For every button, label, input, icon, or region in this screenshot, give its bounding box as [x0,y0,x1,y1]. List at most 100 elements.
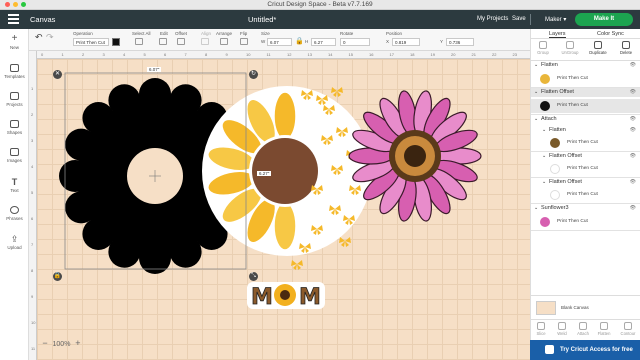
eye-icon[interactable]: 👁 [630,89,636,95]
x-position-input[interactable]: 0.819 [392,38,420,46]
chevron-down-icon[interactable]: ⌄ [534,205,538,211]
eye-icon[interactable]: 👁 [630,205,636,211]
nav-templates-label: Templates [4,74,25,79]
ruler-tick-label: 3 [31,138,34,143]
ruler-tick-label: 8 [31,268,34,273]
flatten-button[interactable]: Flatten [593,322,615,336]
duplicate-button[interactable]: Duplicate [587,41,609,55]
chevron-down-icon[interactable]: ⌄ [542,179,546,185]
lock-icon[interactable]: 🔒 [295,37,304,45]
document-title[interactable]: Untitled* [248,15,276,24]
contour-label: Contour [620,331,636,336]
blank-canvas-row[interactable]: Blank Canvas [531,295,640,319]
edit-icon[interactable] [159,38,167,45]
hamburger-menu-icon[interactable] [8,14,19,24]
window-title: Cricut Design Space - Beta v7.7.169 [267,1,373,8]
layer-item[interactable]: Print Then Cut [531,72,640,86]
layer-item[interactable]: Print Then Cut [531,136,640,150]
slice-button[interactable]: Slice [530,322,552,336]
flip-label: Flip [240,31,248,36]
layer-item[interactable]: Print Then Cut [531,99,640,113]
undo-icon[interactable]: ↶ [35,32,43,43]
layer-subgroup[interactable]: ⌄ Flatten Offset 👁 [531,152,640,161]
flip-icon[interactable] [240,38,248,45]
mom-sticker-design[interactable]: M M [247,282,325,310]
layer-item[interactable]: Print Then Cut [531,162,640,176]
svg-text:M: M [299,285,321,310]
ruler-vertical: 1 2 3 4 5 6 7 8 9 10 11 [29,51,37,360]
chevron-down-icon[interactable]: ⌄ [542,127,546,133]
height-input[interactable]: 6.27 [311,38,336,46]
layer-item[interactable]: Print Then Cut [531,188,640,202]
pink-sunflower-design[interactable] [348,90,482,223]
layer-group-label: Flatten Offset [549,153,582,159]
lock-handle-icon[interactable]: 🔒 [53,272,62,281]
layer-group-label: Flatten [549,127,566,133]
ungroup-button[interactable]: UnGroup [559,41,581,55]
eye-icon[interactable]: 👁 [630,179,636,185]
text-icon: T [11,177,18,187]
machine-select[interactable]: Maker ▾ [545,16,566,23]
sunflower-butterfly-design[interactable] [202,86,372,270]
eye-icon[interactable]: 👁 [630,116,636,122]
eye-icon[interactable]: 👁 [630,153,636,159]
nav-text[interactable]: T Text [0,177,29,194]
delete-button[interactable]: Delete [615,41,637,55]
nav-projects[interactable]: Projects [0,92,29,107]
group-button[interactable]: Group [532,41,554,55]
make-it-button[interactable]: Make It [575,13,633,26]
weld-button[interactable]: Weld [551,322,573,336]
layer-item[interactable]: Print Then Cut [531,215,640,229]
nav-shapes[interactable]: Shapes [0,120,29,135]
speech-bubble-icon [10,206,19,214]
redo-icon[interactable]: ↷ [46,32,54,43]
chevron-down-icon[interactable]: ⌄ [534,116,538,122]
attach-button[interactable]: Attach [572,322,594,336]
resize-handle-icon[interactable]: ⤡ [249,272,258,281]
ruler-tick-label: 17 [389,52,394,57]
y-position-input[interactable]: 0.736 [446,38,474,46]
layer-item-label: Print Then Cut [567,166,598,171]
trash-icon [622,41,630,49]
ruler-tick-label: 19 [430,52,435,57]
cricut-access-cta[interactable]: Try Cricut Access for free [530,340,640,360]
delete-handle-icon[interactable]: ✕ [53,70,62,79]
layer-subgroup[interactable]: ⌄ Flatten 👁 [531,126,640,135]
zoom-in-button[interactable]: + [73,338,83,348]
chevron-down-icon[interactable]: ⌄ [542,153,546,159]
width-input[interactable]: 6.07 [267,38,292,46]
layer-group[interactable]: ⌄ Sunflower3 👁 [531,204,640,213]
nav-upload[interactable]: ⇪ Upload [0,235,29,251]
nav-templates[interactable]: Templates [0,64,29,79]
layer-group[interactable]: ⌄ Flatten Offset 👁 [531,88,640,97]
layer-group[interactable]: ⌄ Flatten 👁 [531,61,640,70]
my-projects-link[interactable]: My Projects [477,16,508,22]
chevron-down-icon[interactable]: ⌄ [534,62,538,68]
tab-layers[interactable]: Layers [549,31,566,38]
eye-icon[interactable]: 👁 [630,127,636,133]
arrange-icon[interactable] [220,38,228,45]
chevron-down-icon[interactable]: ⌄ [534,89,538,95]
nav-phrases[interactable]: Phrases [0,206,29,221]
nav-new[interactable]: + New [0,34,29,51]
rotate-input[interactable]: 0 [340,38,370,46]
layer-group[interactable]: ⌄ Attach 👁 [531,115,640,124]
offset-icon[interactable] [177,38,185,45]
tab-color-sync[interactable]: Color Sync [597,31,624,37]
nav-images[interactable]: Images [0,148,29,163]
operation-select[interactable]: Print Then Cut [73,38,109,46]
layer-subgroup[interactable]: ⌄ Flatten Offset 👁 [531,178,640,187]
ruler-tick-label: 2 [31,112,34,117]
select-all-icon[interactable] [135,38,143,45]
zoom-out-button[interactable]: − [40,338,50,348]
layer-group-label: Attach [541,116,557,122]
save-link[interactable]: Save [512,16,526,22]
eye-icon[interactable]: 👁 [630,62,636,68]
canvas-color-swatch[interactable] [536,301,556,315]
design-canvas[interactable]: M M ✕ ↻ 🔒 ⤡ 6.07" 6.27" [37,59,530,360]
ruler-tick-label: 15 [348,52,353,57]
rotate-handle-icon[interactable]: ↻ [249,70,258,79]
contour-button[interactable]: Contour [617,322,639,336]
material-color-swatch[interactable] [112,38,120,46]
align-icon[interactable] [201,38,209,45]
